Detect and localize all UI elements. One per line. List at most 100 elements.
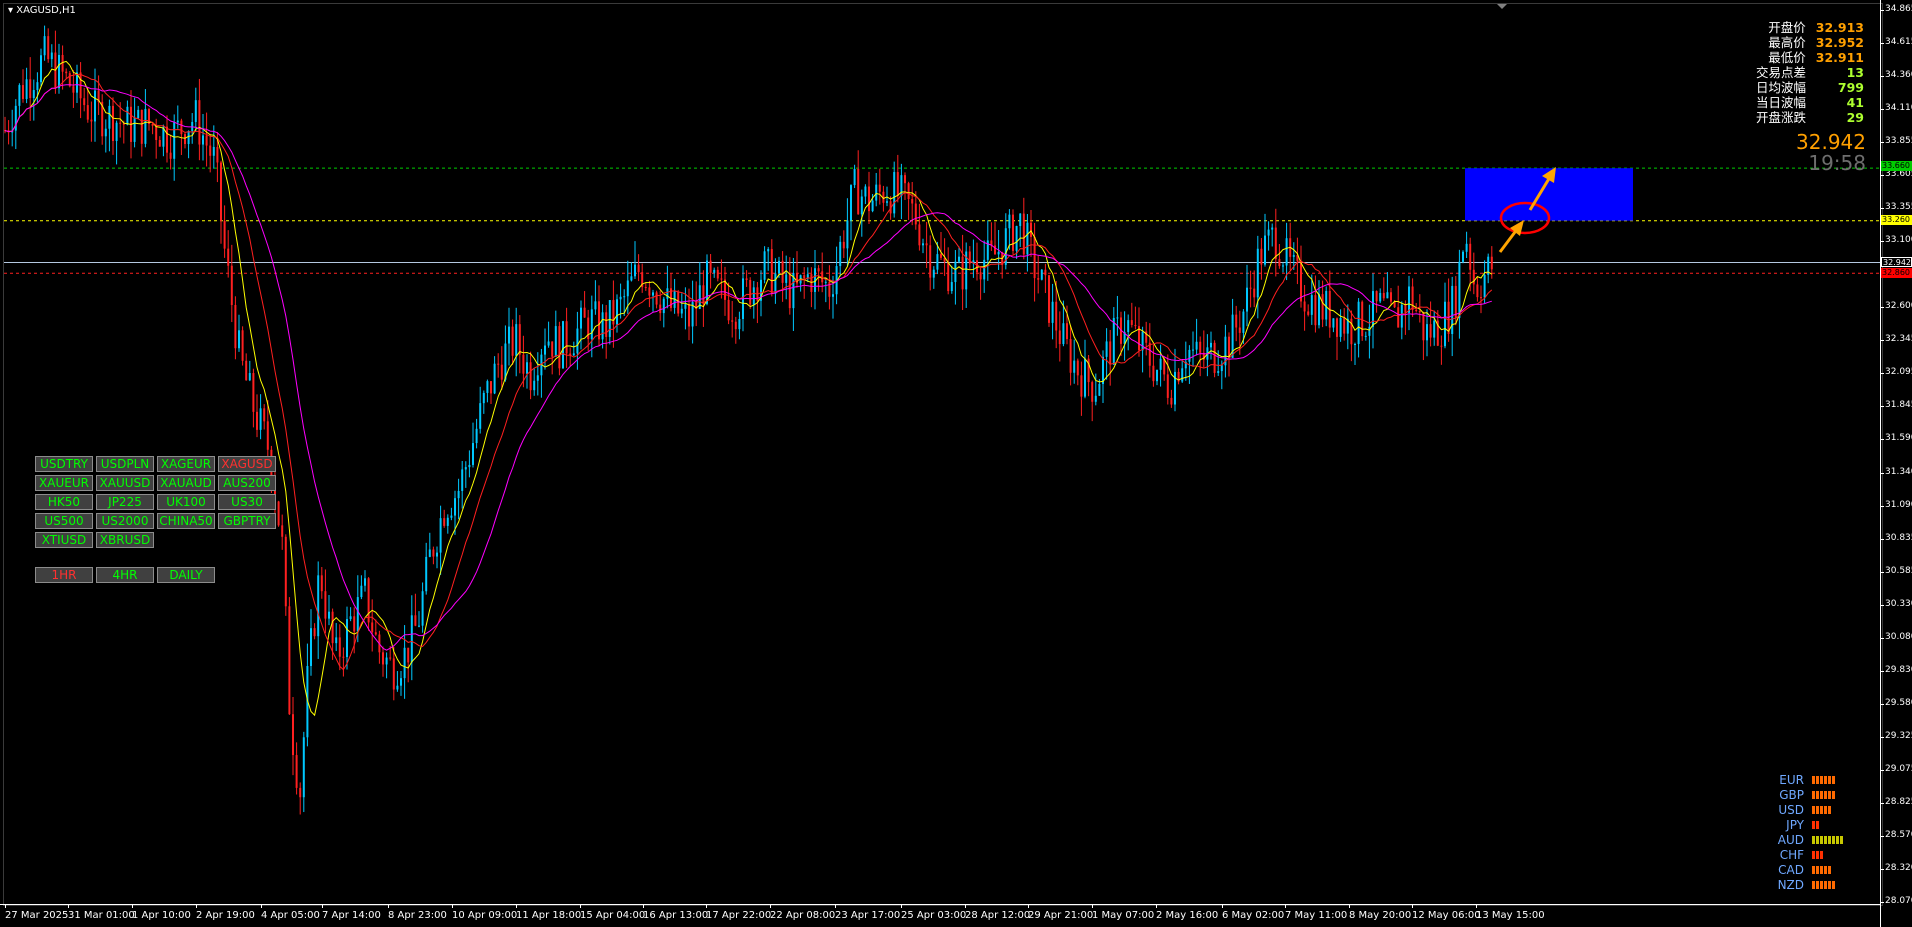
- info-label: 开盘涨跌: [1755, 110, 1806, 125]
- time-tick-mark: [1349, 904, 1350, 908]
- symbol-button-xtiusd[interactable]: XTIUSD: [35, 532, 93, 548]
- strength-bar: [1820, 850, 1823, 859]
- price-tick-label: 29.325: [1885, 730, 1912, 741]
- price-tick-label: 34.360: [1885, 70, 1912, 81]
- time-tick-mark: [1285, 904, 1286, 908]
- price-tick-mark: [1880, 373, 1884, 375]
- time-tick-mark: [901, 904, 902, 908]
- price-tick-label: 30.080: [1885, 631, 1912, 642]
- price-tick-label: 28.070: [1885, 896, 1912, 906]
- price-tick-mark: [1880, 208, 1884, 210]
- info-row: 当日波幅 41: [1756, 95, 1864, 110]
- time-tick-mark: [643, 904, 644, 908]
- symbol-button-xagusd[interactable]: XAGUSD: [218, 456, 276, 472]
- symbol-button-xauusd[interactable]: XAUUSD: [96, 475, 154, 491]
- time-tick-label: 4 Apr 05:00: [261, 910, 320, 921]
- symbol-button-xaueur[interactable]: XAUEUR: [35, 475, 93, 491]
- strength-bars: [1812, 775, 1835, 784]
- price-tick-mark: [1880, 241, 1884, 243]
- time-tick-mark: [196, 904, 197, 908]
- info-row: 最高价 32.952: [1756, 35, 1864, 50]
- price-tick-label: 32.600: [1885, 301, 1912, 312]
- strength-bar: [1820, 865, 1823, 874]
- strength-bar: [1816, 790, 1819, 799]
- time-tick-mark: [835, 904, 836, 908]
- time-tick-label: 2 Apr 19:00: [196, 910, 255, 921]
- strength-bar: [1812, 805, 1815, 814]
- currency-name: CAD: [1778, 862, 1804, 877]
- price-tick-mark: [1880, 604, 1884, 606]
- price-tick-mark: [1880, 802, 1884, 804]
- time-tick-mark: [1476, 904, 1477, 908]
- time-tick-label: 25 Apr 03:00: [901, 910, 967, 921]
- symbol-button-us30[interactable]: US30: [218, 494, 276, 510]
- price-tick-label: 34.110: [1885, 103, 1912, 114]
- info-label: 最高价: [1768, 35, 1806, 50]
- bid-price-tag: 32.942: [1881, 257, 1912, 267]
- price-tick-label: 31.340: [1885, 466, 1912, 477]
- price-tick-mark: [1880, 637, 1884, 639]
- price-tick-mark: [1880, 505, 1884, 507]
- price-tick-mark: [1880, 736, 1884, 738]
- time-tick-mark: [1412, 904, 1413, 908]
- strength-bar: [1828, 880, 1831, 889]
- time-axis[interactable]: 27 Mar 2025 31 Mar 01:00 1 Apr 10:00 2 Apr …: [0, 904, 1880, 927]
- symbol-button-china50[interactable]: CHINA50: [157, 513, 215, 529]
- time-tick-label: 11 Apr 18:00: [516, 910, 582, 921]
- currency-strength-row: JPY: [1770, 817, 1843, 832]
- chart-menu-triangle-icon[interactable]: ▾: [8, 5, 13, 16]
- price-tick-label: 33.100: [1885, 235, 1912, 246]
- currency-name: USD: [1778, 802, 1804, 817]
- strength-bar: [1832, 790, 1835, 799]
- strength-bar: [1824, 775, 1827, 784]
- strength-bars: [1812, 790, 1835, 799]
- symbol-button-usdpln[interactable]: USDPLN: [96, 456, 154, 472]
- strength-bar: [1820, 805, 1823, 814]
- strength-bar: [1812, 865, 1815, 874]
- red-level-tag: 32.860: [1881, 268, 1912, 278]
- symbol-button-aus200[interactable]: AUS200: [218, 475, 276, 491]
- strength-bars: [1812, 805, 1831, 814]
- symbol-button-us2000[interactable]: US2000: [96, 513, 154, 529]
- symbol-button-xageur[interactable]: XAGEUR: [157, 456, 215, 472]
- symbol-button-xauaud[interactable]: XAUAUD: [157, 475, 215, 491]
- symbol-button-uk100[interactable]: UK100: [157, 494, 215, 510]
- time-tick-label: 1 May 07:00: [1092, 910, 1155, 921]
- strength-bar: [1816, 850, 1819, 859]
- symbol-button-gbptry[interactable]: GBPTRY: [218, 513, 276, 529]
- time-tick-mark: [770, 904, 771, 908]
- strength-bar: [1816, 805, 1819, 814]
- symbol-button-us500[interactable]: US500: [35, 513, 93, 529]
- strength-bar: [1816, 775, 1819, 784]
- price-tick-mark: [1880, 142, 1884, 144]
- symbol-button-hk50[interactable]: HK50: [35, 494, 93, 510]
- strength-bar: [1812, 835, 1815, 844]
- strength-bar: [1812, 880, 1815, 889]
- info-row: 开盘价 32.913: [1756, 20, 1864, 35]
- strength-bar: [1816, 820, 1819, 829]
- time-tick-mark: [1156, 904, 1157, 908]
- time-tick-mark: [388, 904, 389, 908]
- strength-bar: [1820, 775, 1823, 784]
- timeframe-button-daily[interactable]: DAILY: [157, 567, 215, 583]
- time-tick-label: 22 Apr 08:00: [770, 910, 836, 921]
- strength-bar: [1824, 805, 1827, 814]
- info-value: 32.911: [1815, 50, 1864, 65]
- info-value: 799: [1837, 80, 1864, 95]
- price-tick-label: 32.345: [1885, 334, 1912, 345]
- time-tick-label: 16 Apr 13:00: [643, 910, 709, 921]
- strength-bar: [1824, 835, 1827, 844]
- time-tick-label: 12 May 06:00: [1412, 910, 1481, 921]
- symbol-button-usdtry[interactable]: USDTRY: [35, 456, 93, 472]
- price-axis[interactable]: 34.86534.61534.36034.11033.85533.60533.3…: [1880, 0, 1912, 927]
- info-value: 32.913: [1815, 20, 1864, 35]
- timeframe-button-4hr[interactable]: 4HR: [96, 567, 154, 583]
- symbol-button-jp225[interactable]: JP225: [96, 494, 154, 510]
- info-row: 最低价 32.911: [1756, 50, 1864, 65]
- price-tick-mark: [1880, 10, 1884, 11]
- price-tick-mark: [1880, 43, 1884, 45]
- time-tick-mark: [1222, 904, 1223, 908]
- symbol-button-xbrusd[interactable]: XBRUSD: [96, 532, 154, 548]
- price-tick-mark: [1880, 109, 1884, 111]
- timeframe-button-1hr[interactable]: 1HR: [35, 567, 93, 583]
